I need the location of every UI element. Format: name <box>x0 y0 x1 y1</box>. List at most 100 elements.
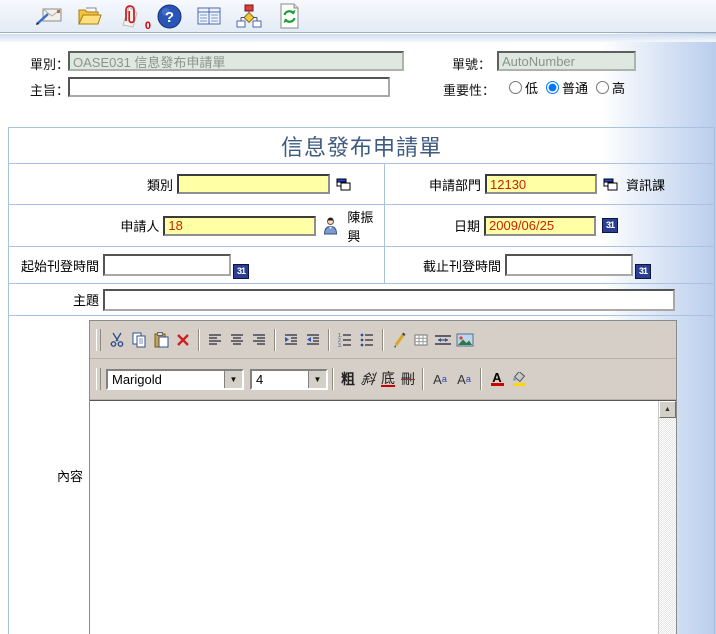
dropdown-arrow-icon: ▼ <box>224 371 242 388</box>
list-view-button[interactable] <box>194 2 224 30</box>
help-button[interactable]: ? <box>154 2 184 30</box>
calendar-icon: 31 <box>233 264 249 279</box>
editor-scrollbar[interactable]: ▲ <box>658 401 676 634</box>
subject-label: 主旨： <box>30 80 69 99</box>
app-toolbar: 0 ? <box>0 0 716 33</box>
date-input[interactable] <box>484 216 596 236</box>
align-center-button[interactable] <box>226 329 248 351</box>
start-time-input[interactable] <box>103 254 231 276</box>
subject-input[interactable] <box>68 77 390 97</box>
attachment-count: 0 <box>145 20 151 32</box>
numbered-list-button[interactable]: 1.2.3. <box>334 329 356 351</box>
toolbar-grip[interactable] <box>96 368 101 390</box>
end-time-input[interactable] <box>505 254 633 276</box>
underline-button[interactable]: 底 <box>378 368 398 390</box>
refresh-button[interactable] <box>274 2 304 30</box>
copy-button[interactable] <box>128 329 150 351</box>
importance-option-high[interactable]: 高 <box>612 78 625 97</box>
font-family-select[interactable]: Marigold ▼ <box>106 369 244 390</box>
pen-button[interactable] <box>388 329 410 351</box>
delete-button[interactable] <box>172 329 194 351</box>
cut-icon <box>109 332 125 348</box>
svg-text:3.: 3. <box>338 343 342 348</box>
open-folder-button[interactable] <box>74 2 104 30</box>
applicant-display-name: 陳振興 <box>347 207 384 245</box>
delete-x-icon <box>175 332 191 348</box>
insert-image-button[interactable] <box>454 329 476 351</box>
copy-icon <box>131 332 147 348</box>
align-left-button[interactable] <box>204 329 226 351</box>
horizontal-line-button[interactable] <box>432 329 454 351</box>
toolbar-grip[interactable] <box>96 329 101 351</box>
importance-radio-normal[interactable] <box>546 81 559 94</box>
outdent-button[interactable] <box>302 329 324 351</box>
bullet-list-icon <box>359 332 375 348</box>
importance-option-low[interactable]: 低 <box>525 78 538 97</box>
category-input[interactable] <box>177 174 330 194</box>
department-input[interactable] <box>485 174 597 194</box>
applicant-lookup-button[interactable] <box>322 217 339 235</box>
importance-radio-group: 低 普通 高 <box>503 78 625 97</box>
insert-table-button[interactable] <box>410 329 432 351</box>
department-label: 申請部門 <box>385 175 481 194</box>
date-calendar-button[interactable]: 31 <box>602 218 618 233</box>
cut-button[interactable] <box>106 329 128 351</box>
highlight-color-bar <box>513 383 526 386</box>
form-type-label: 單別： <box>30 54 69 73</box>
toolbar-separator <box>198 329 200 351</box>
department-lookup-button[interactable] <box>603 178 618 191</box>
editor-toolbar-2: Marigold ▼ 4 ▼ 粗 斜 底 刪 Aa <box>90 359 676 400</box>
form-no-label: 單號： <box>452 54 491 73</box>
italic-button[interactable]: 斜 <box>356 368 379 390</box>
category-lookup-button[interactable] <box>336 178 351 191</box>
end-time-calendar-button[interactable]: 31 <box>635 264 651 279</box>
bullet-list-button[interactable] <box>356 329 378 351</box>
importance-radio-high[interactable] <box>596 81 609 94</box>
content-editing-area[interactable]: ▲ <box>90 400 676 634</box>
font-size-select[interactable]: 4 ▼ <box>250 369 328 390</box>
topic-input[interactable] <box>103 289 675 311</box>
highlight-color-button[interactable] <box>508 368 530 390</box>
toolbar-separator <box>332 368 334 390</box>
importance-option-normal[interactable]: 普通 <box>562 78 588 97</box>
toolbar-separator <box>382 329 384 351</box>
open-folder-icon <box>76 4 102 28</box>
font-size-value: 4 <box>252 372 308 387</box>
strikethrough-button[interactable]: 刪 <box>398 368 418 390</box>
flow-chart-icon <box>236 4 262 28</box>
align-right-button[interactable] <box>248 329 270 351</box>
align-left-icon <box>207 332 223 348</box>
applicant-input[interactable] <box>163 216 316 236</box>
list-view-icon <box>196 4 222 28</box>
paste-button[interactable] <box>150 329 172 351</box>
horizontal-line-icon <box>434 332 452 348</box>
flow-chart-button[interactable] <box>234 2 264 30</box>
form-row-category-department: 類別 申請部門 <box>9 164 714 205</box>
subscript-button[interactable]: Aa <box>452 368 476 390</box>
svg-text:?: ? <box>164 9 173 26</box>
pen-icon <box>391 332 407 348</box>
form-no-field[interactable] <box>497 51 636 71</box>
font-color-button[interactable]: A <box>486 368 508 390</box>
editor-toolbar-1: 1.2.3. <box>90 321 676 359</box>
bold-button[interactable]: 粗 <box>338 368 358 390</box>
attachment-button[interactable]: 0 <box>114 2 144 30</box>
outdent-icon <box>305 332 321 348</box>
form-type-field[interactable] <box>68 51 404 71</box>
importance-radio-low[interactable] <box>509 81 522 94</box>
numbered-list-icon: 1.2.3. <box>337 332 353 348</box>
image-icon <box>456 332 474 348</box>
superscript-button[interactable]: Aa <box>428 368 452 390</box>
send-mail-button[interactable] <box>34 2 64 30</box>
category-label: 類別 <box>9 175 173 194</box>
form-title: 信息發布申請單 <box>281 130 442 162</box>
toolbar-separator <box>422 368 424 390</box>
paste-icon <box>153 332 169 348</box>
toolbar-separator <box>480 368 482 390</box>
start-time-calendar-button[interactable]: 31 <box>233 264 249 279</box>
paint-bucket-icon <box>512 372 526 383</box>
calendar-icon: 31 <box>602 218 618 233</box>
indent-button[interactable] <box>280 329 302 351</box>
scroll-up-button[interactable]: ▲ <box>659 401 676 418</box>
applicant-label: 申請人 <box>9 216 159 235</box>
